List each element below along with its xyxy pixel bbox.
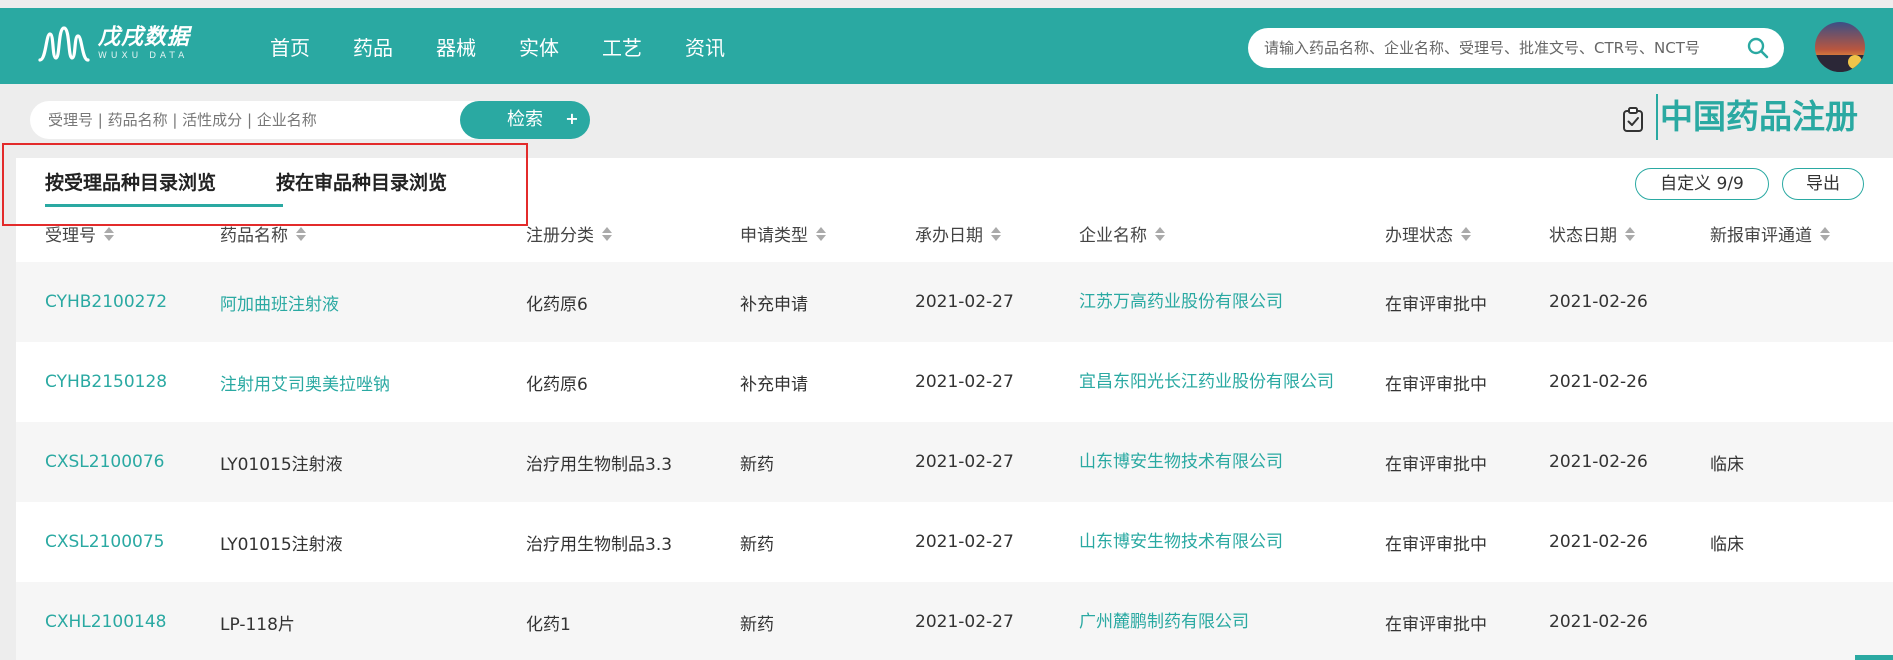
customize-columns-button[interactable]: 自定义 9/9 bbox=[1635, 168, 1769, 200]
acceptance-no-link[interactable]: CXSL2100075 bbox=[45, 502, 165, 582]
logo-icon bbox=[38, 26, 90, 62]
sort-arrows-icon[interactable] bbox=[816, 226, 826, 242]
status-date: 2021-02-26 bbox=[1549, 292, 1648, 312]
table-header: 受理号 药品名称 注册分类 申请类型 承办日期 企业名称 办理状态 状态日期 新… bbox=[16, 212, 1893, 260]
company-link[interactable]: 山东博安生物技术有限公司 bbox=[1079, 502, 1339, 582]
tab-browse-by-in-review[interactable]: 按在审品种目录浏览 bbox=[276, 158, 447, 208]
status: 在审评审批中 bbox=[1385, 454, 1487, 475]
sort-arrows-icon[interactable] bbox=[602, 226, 612, 242]
status: 在审评审批中 bbox=[1385, 614, 1487, 635]
status-date: 2021-02-26 bbox=[1549, 452, 1648, 472]
logo-text: 戊戌数据 bbox=[98, 25, 191, 50]
acceptance-no-link[interactable]: CXSL2100076 bbox=[45, 422, 165, 502]
registry-search: 检索 bbox=[30, 101, 590, 139]
handling-date: 2021-02-27 bbox=[915, 372, 1014, 392]
acceptance-no-link[interactable]: CYHB2100272 bbox=[45, 262, 167, 342]
add-condition-button[interactable]: + bbox=[563, 110, 581, 128]
column-header-drug-name[interactable]: 药品名称 bbox=[220, 212, 306, 260]
sort-arrows-icon[interactable] bbox=[1625, 226, 1635, 242]
status-date: 2021-02-26 bbox=[1549, 372, 1648, 392]
column-header-handling-date[interactable]: 承办日期 bbox=[915, 212, 1001, 260]
logo[interactable]: 戊戌数据 WUXU DATA bbox=[38, 24, 190, 64]
drug-name-link[interactable]: 注射用艾司奥美拉唑钠 bbox=[220, 342, 390, 422]
sort-arrows-icon[interactable] bbox=[1155, 226, 1165, 242]
nav-drugs[interactable]: 药品 bbox=[353, 32, 393, 61]
nav-news[interactable]: 资讯 bbox=[685, 32, 725, 61]
registration-class: 治疗用生物制品3.3 bbox=[526, 454, 673, 475]
column-header-company[interactable]: 企业名称 bbox=[1079, 212, 1165, 260]
application-type: 新药 bbox=[740, 614, 774, 635]
sort-arrows-icon[interactable] bbox=[296, 226, 306, 242]
table-row: CXSL2100076 LY01015注射液 治疗用生物制品3.3 新药 202… bbox=[16, 422, 1893, 502]
column-header-review-channel[interactable]: 新报审评通道 bbox=[1710, 212, 1830, 260]
registration-class: 治疗用生物制品3.3 bbox=[526, 534, 673, 555]
acceptance-no-link[interactable]: CXHL2100148 bbox=[45, 582, 166, 660]
global-search bbox=[1248, 28, 1784, 68]
sort-arrows-icon[interactable] bbox=[991, 226, 1001, 242]
application-type: 补充申请 bbox=[740, 374, 808, 395]
tab-label: 按受理品种目录浏览 bbox=[45, 172, 217, 194]
global-search-input[interactable] bbox=[1264, 28, 1734, 68]
drug-name-link[interactable]: 阿加曲班注射液 bbox=[220, 262, 339, 342]
active-tab-indicator bbox=[45, 204, 283, 207]
table-row: CXSL2100075 LY01015注射液 治疗用生物制品3.3 新药 202… bbox=[16, 502, 1893, 582]
column-header-status[interactable]: 办理状态 bbox=[1385, 212, 1471, 260]
search-icon[interactable] bbox=[1746, 36, 1770, 60]
status-date: 2021-02-26 bbox=[1549, 612, 1648, 632]
page-title: 中国药品注册 bbox=[1656, 94, 1858, 140]
user-avatar[interactable] bbox=[1815, 22, 1865, 72]
handling-date: 2021-02-27 bbox=[915, 452, 1014, 472]
company-link[interactable]: 江苏万高药业股份有限公司 bbox=[1079, 262, 1339, 342]
tab-browse-by-accepted[interactable]: 按受理品种目录浏览 bbox=[45, 158, 283, 208]
review-channel: 临床 bbox=[1710, 534, 1744, 555]
clipboard-check-icon bbox=[1623, 107, 1643, 132]
tab-label: 按在审品种目录浏览 bbox=[276, 172, 448, 194]
review-channel: 临床 bbox=[1710, 454, 1744, 475]
application-type: 新药 bbox=[740, 534, 774, 555]
nav-entities[interactable]: 实体 bbox=[519, 32, 559, 61]
status: 在审评审批中 bbox=[1385, 534, 1487, 555]
handling-date: 2021-02-27 bbox=[915, 292, 1014, 312]
column-header-application-type[interactable]: 申请类型 bbox=[740, 212, 826, 260]
avatar-image bbox=[1815, 55, 1865, 72]
acceptance-no-link[interactable]: CYHB2150128 bbox=[45, 342, 167, 422]
status: 在审评审批中 bbox=[1385, 294, 1487, 315]
handling-date: 2021-02-27 bbox=[915, 532, 1014, 552]
sort-arrows-icon[interactable] bbox=[1461, 226, 1471, 242]
status: 在审评审批中 bbox=[1385, 374, 1487, 395]
registry-search-input[interactable] bbox=[48, 101, 468, 139]
company-link[interactable]: 山东博安生物技术有限公司 bbox=[1079, 422, 1339, 502]
registration-class: 化药1 bbox=[526, 614, 571, 635]
logo-subtext: WUXU DATA bbox=[98, 51, 189, 61]
sort-arrows-icon[interactable] bbox=[104, 226, 114, 242]
column-header-status-date[interactable]: 状态日期 bbox=[1549, 212, 1635, 260]
company-link[interactable]: 宜昌东阳光长江药业股份有限公司 bbox=[1079, 342, 1339, 422]
browse-tabs: 按受理品种目录浏览 按在审品种目录浏览 bbox=[16, 158, 447, 208]
export-button[interactable]: 导出 bbox=[1782, 168, 1864, 200]
handling-date: 2021-02-27 bbox=[915, 612, 1014, 632]
nav-home[interactable]: 首页 bbox=[270, 32, 310, 61]
column-header-acceptance-no[interactable]: 受理号 bbox=[45, 212, 114, 260]
drug-name: LY01015注射液 bbox=[220, 454, 343, 475]
table-row: CYHB2100272 阿加曲班注射液 化药原6 补充申请 2021-02-27… bbox=[16, 262, 1893, 342]
registration-class: 化药原6 bbox=[526, 294, 588, 315]
scroll-indicator[interactable] bbox=[1855, 655, 1893, 660]
drug-name: LP-118片 bbox=[220, 614, 295, 635]
column-header-registration-class[interactable]: 注册分类 bbox=[526, 212, 612, 260]
application-type: 新药 bbox=[740, 454, 774, 475]
nav-devices[interactable]: 器械 bbox=[436, 32, 476, 61]
company-link[interactable]: 广州麓鹏制药有限公司 bbox=[1079, 582, 1339, 660]
nav-process[interactable]: 工艺 bbox=[602, 32, 642, 61]
table-row: CYHB2150128 注射用艾司奥美拉唑钠 化药原6 补充申请 2021-02… bbox=[16, 342, 1893, 422]
drug-name: LY01015注射液 bbox=[220, 534, 343, 555]
registration-class: 化药原6 bbox=[526, 374, 588, 395]
table-row: CXHL2100148 LP-118片 化药1 新药 2021-02-27 广州… bbox=[16, 582, 1893, 660]
status-date: 2021-02-26 bbox=[1549, 532, 1648, 552]
sort-arrows-icon[interactable] bbox=[1820, 226, 1830, 242]
application-type: 补充申请 bbox=[740, 294, 808, 315]
top-navbar: 戊戌数据 WUXU DATA 首页 药品 器械 实体 工艺 资讯 bbox=[0, 8, 1893, 84]
main-nav: 首页 药品 器械 实体 工艺 资讯 bbox=[270, 8, 768, 84]
